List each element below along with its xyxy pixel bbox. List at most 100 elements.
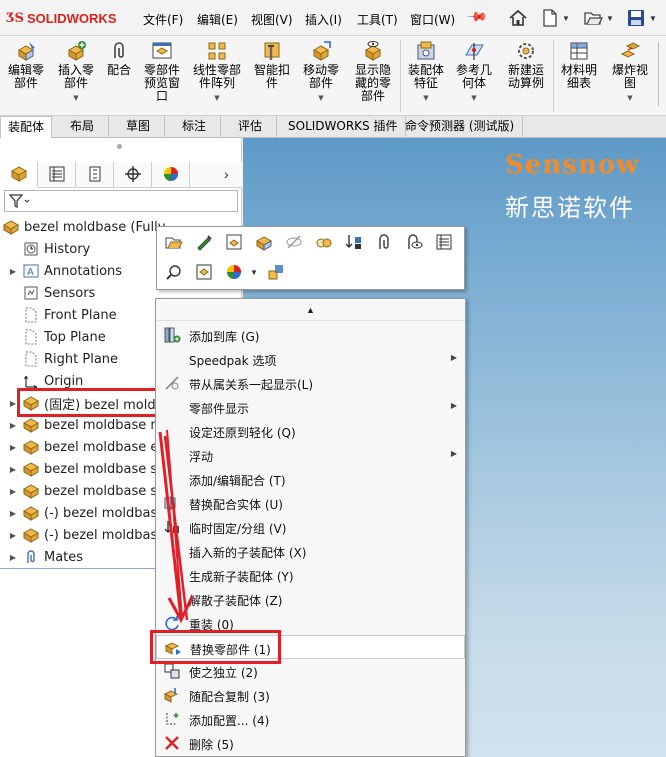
new-motion-study-button[interactable]: 新建运 动算例 xyxy=(502,40,550,90)
show-hidden-components-button[interactable]: 显示隐 藏的零 部件 xyxy=(349,40,397,103)
zoom-to-selection-icon[interactable] xyxy=(163,261,185,283)
chevron-right-icon[interactable]: › xyxy=(224,166,229,182)
menu-edit[interactable]: 编辑(E) xyxy=(197,11,238,28)
insert-component-button[interactable]: 插入零 部件 ▼ xyxy=(54,40,98,105)
feature-manager-tab[interactable] xyxy=(0,162,38,188)
filter-icon[interactable] xyxy=(8,193,32,212)
edit-component-button[interactable]: 编辑零 部件 xyxy=(4,40,48,90)
mate-icon[interactable] xyxy=(373,231,395,253)
menu-window[interactable]: 窗口(W) xyxy=(410,11,455,28)
tree-node-right-plane[interactable]: Right Plane xyxy=(8,348,118,370)
tree-node-annotations[interactable]: ▶ A Annotations xyxy=(8,260,122,282)
expand-arrow-icon[interactable]: ▶ xyxy=(8,267,18,276)
configuration-manager-tab[interactable] xyxy=(76,162,114,188)
appearance-dropdown-arrow[interactable]: ▼ xyxy=(250,268,258,277)
scroll-up-arrow-icon[interactable]: ▲ xyxy=(156,299,465,321)
menu-item-float[interactable]: 浮动 ▶ xyxy=(156,443,465,467)
insert-component-dropdown-arrow[interactable]: ▼ xyxy=(54,92,98,105)
tree-root-assembly[interactable]: bezel moldbase (Fully xyxy=(2,216,165,238)
menu-item-add-configuration[interactable]: 添加配置... (4) xyxy=(156,707,465,731)
component-preview-button[interactable]: 零部件 预览窗 口 xyxy=(140,40,184,103)
smart-fasteners-button[interactable]: 智能扣 件 xyxy=(250,40,294,90)
menu-item-replace-mate-entities[interactable]: 替换配合实体 (U) xyxy=(156,491,465,515)
tree-node-history[interactable]: History xyxy=(8,238,90,260)
isolate-icon[interactable] xyxy=(313,231,335,253)
fixed-icon[interactable] xyxy=(343,231,365,253)
assembly-features-button[interactable]: 装配体 特征 ▼ xyxy=(404,40,448,105)
display-manager-tab[interactable] xyxy=(152,162,190,188)
edit-part-icon[interactable] xyxy=(193,231,215,253)
exploded-view-button[interactable]: 爆炸视 图 ▼ xyxy=(608,40,652,105)
menu-tools[interactable]: 工具(T) xyxy=(357,11,398,28)
dimxpert-tab[interactable] xyxy=(114,162,152,188)
tree-node-front-plane[interactable]: Front Plane xyxy=(8,304,117,326)
move-component-button[interactable]: 移动零 部件 ▼ xyxy=(299,40,343,105)
expand-arrow-icon[interactable]: ▶ xyxy=(8,553,18,562)
tree-node-component[interactable]: ▶ (-) bezel moldbase xyxy=(8,502,165,524)
tree-node-component[interactable]: ▶ bezel moldbase m xyxy=(8,414,163,436)
ribbon-overflow[interactable] xyxy=(658,42,666,106)
feature-list-icon[interactable] xyxy=(433,231,455,253)
menu-item-component-display[interactable]: 零部件显示 ▶ xyxy=(156,395,465,419)
make-independent-icon[interactable] xyxy=(193,261,215,283)
expand-arrow-icon[interactable]: ▶ xyxy=(8,465,18,474)
tab-assembly[interactable]: 装配体 xyxy=(0,116,53,138)
menu-item-insert-new-subassembly[interactable]: 插入新的子装配体 (X) xyxy=(156,539,465,563)
expand-arrow-icon[interactable]: ▶ xyxy=(8,421,18,430)
open-part-icon[interactable] xyxy=(163,231,185,253)
menu-item-dissolve-subassembly[interactable]: 解散子装配体 (Z) xyxy=(156,587,465,611)
tab-solidworks-addins[interactable]: SOLIDWORKS 插件 xyxy=(280,116,407,138)
tab-command-predictor[interactable]: 命令预测器 (测试版) xyxy=(397,116,524,138)
view-mates-icon[interactable] xyxy=(403,231,425,253)
exploded-view-dropdown-arrow[interactable]: ▼ xyxy=(608,92,652,105)
tab-layout[interactable]: 布局 xyxy=(56,116,110,138)
menu-item-temporary-fix-group[interactable]: 临时固定/分组 (V) xyxy=(156,515,465,539)
hide-components-icon[interactable] xyxy=(283,231,305,253)
menu-insert[interactable]: 插入(I) xyxy=(305,11,342,28)
menu-item-show-with-dependents[interactable]: 带从属关系一起显示(L) xyxy=(156,371,465,395)
mate-button[interactable]: 配合 xyxy=(103,40,135,77)
reference-geometry-button[interactable]: 参考几 何体 ▼ xyxy=(452,40,496,105)
new-dropdown-arrow[interactable]: ▼ xyxy=(562,14,570,23)
property-manager-tab[interactable] xyxy=(38,162,76,188)
expand-arrow-icon[interactable]: ▶ xyxy=(8,487,18,496)
tree-node-mates[interactable]: ▶ Mates xyxy=(8,546,83,568)
tab-markup[interactable]: 标注 xyxy=(168,116,222,138)
tab-evaluate[interactable]: 评估 xyxy=(224,116,278,138)
tree-node-component[interactable]: ▶ (-) bezel moldbase xyxy=(8,524,165,546)
save-icon[interactable]: ▼ xyxy=(626,6,657,30)
tree-node-component[interactable]: ▶ bezel moldbase si xyxy=(8,458,161,480)
appearance-icon[interactable] xyxy=(223,261,245,283)
tree-node-top-plane[interactable]: Top Plane xyxy=(8,326,106,348)
menu-view[interactable]: 视图(V) xyxy=(251,11,293,28)
menu-item-set-resolved-to-lightweight[interactable]: 设定还原到轻化 (Q) xyxy=(156,419,465,443)
open-folder-icon[interactable]: ▼ xyxy=(583,6,614,30)
solidworks-logo[interactable]: ƷS SOLIDWORKS xyxy=(6,10,117,26)
expand-arrow-icon[interactable]: ▶ xyxy=(8,509,18,518)
save-dropdown-arrow[interactable]: ▼ xyxy=(649,14,657,23)
menu-item-form-new-subassembly[interactable]: 生成新子装配体 (Y) xyxy=(156,563,465,587)
menu-item-speedpak-options[interactable]: Speedpak 选项 ▶ xyxy=(156,347,465,371)
suppress-icon[interactable] xyxy=(265,261,287,283)
expand-arrow-icon[interactable]: ▶ xyxy=(8,531,18,540)
tree-node-component[interactable]: ▶ bezel moldbase e xyxy=(8,436,158,458)
menu-item-delete[interactable]: 删除 (5) xyxy=(156,731,465,755)
linear-pattern-button[interactable]: 线性零部 件阵列 ▼ xyxy=(189,40,245,105)
tab-sketch[interactable]: 草图 xyxy=(112,116,166,138)
move-component-dropdown-arrow[interactable]: ▼ xyxy=(299,92,343,105)
assembly-features-dropdown-arrow[interactable]: ▼ xyxy=(404,92,448,105)
panel-collapse-handle[interactable] xyxy=(117,144,122,149)
menu-file[interactable]: 文件(F) xyxy=(143,11,183,28)
expand-arrow-icon[interactable]: ▶ xyxy=(8,443,18,452)
new-document-icon[interactable]: ▼ xyxy=(541,6,570,30)
edit-component-icon[interactable] xyxy=(253,231,275,253)
open-dropdown-arrow[interactable]: ▼ xyxy=(606,14,614,23)
menu-item-copy-with-mates[interactable]: 随配合复制 (3) xyxy=(156,683,465,707)
menu-item-add-to-library[interactable]: 添加到库 (G) xyxy=(156,323,465,347)
component-properties-icon[interactable] xyxy=(223,231,245,253)
tree-node-sensors[interactable]: Sensors xyxy=(8,282,95,304)
linear-pattern-dropdown-arrow[interactable]: ▼ xyxy=(189,92,245,105)
bom-button[interactable]: 材料明 细表 xyxy=(557,40,601,90)
reference-geometry-dropdown-arrow[interactable]: ▼ xyxy=(452,92,496,105)
feature-tree-filter[interactable] xyxy=(4,190,238,212)
